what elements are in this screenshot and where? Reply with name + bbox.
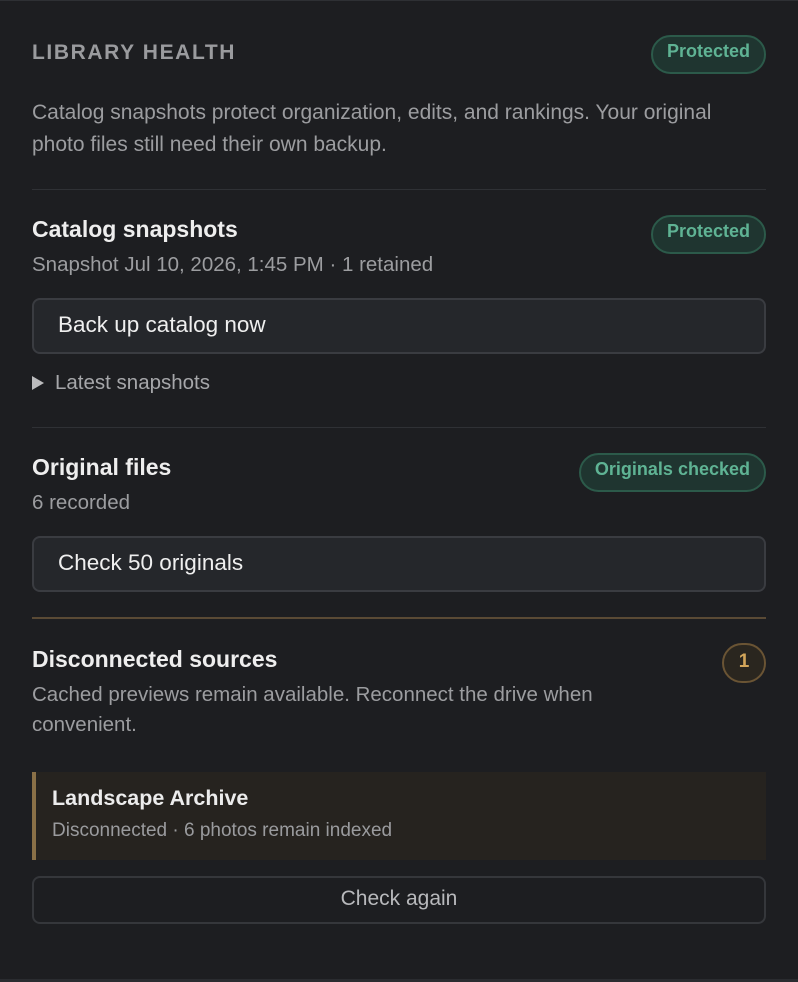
disconnected-sources-section: Disconnected sources 1 Cached previews r… xyxy=(32,619,766,939)
backup-catalog-button[interactable]: Back up catalog now xyxy=(32,298,766,354)
source-name: Landscape Archive xyxy=(52,786,249,810)
library-status-badge: Protected xyxy=(650,35,766,74)
disconnected-count-badge: 1 xyxy=(722,643,766,683)
source-status: Disconnected · 6 photos remain indexed xyxy=(52,820,393,841)
catalog-snapshots-title: Catalog snapshots xyxy=(32,216,238,242)
original-files-title: Original files xyxy=(32,454,172,480)
library-health-description: Catalog snapshots protect organization, … xyxy=(32,101,712,156)
library-health-header: LIBRARY HEALTH Protected xyxy=(32,1,766,93)
originals-recorded-count: 6 recorded xyxy=(32,491,131,514)
catalog-status-badge: Protected xyxy=(650,215,766,254)
catalog-snapshot-info: Snapshot Jul 10, 2026, 1:45 PM · 1 retai… xyxy=(32,253,434,276)
originals-status-badge: Originals checked xyxy=(578,453,766,492)
disconnected-sources-description: Cached previews remain available. Reconn… xyxy=(32,683,593,736)
panel-title: LIBRARY HEALTH xyxy=(32,41,237,64)
catalog-snapshots-section: Catalog snapshots Protected Snapshot Jul… xyxy=(32,190,766,427)
original-files-section: Original files Originals checked 6 recor… xyxy=(32,428,766,617)
check-again-button[interactable]: Check again xyxy=(32,876,766,924)
disconnected-sources-title: Disconnected sources xyxy=(32,646,278,672)
triangle-right-icon xyxy=(32,376,44,390)
library-health-panel: LIBRARY HEALTH Protected Catalog snapsho… xyxy=(0,0,798,982)
disconnected-source-card: Landscape Archive Disconnected · 6 photo… xyxy=(32,772,766,860)
check-originals-button[interactable]: Check 50 originals xyxy=(32,536,766,592)
latest-snapshots-toggle[interactable]: Latest snapshots xyxy=(32,371,210,395)
latest-snapshots-label: Latest snapshots xyxy=(55,371,210,394)
